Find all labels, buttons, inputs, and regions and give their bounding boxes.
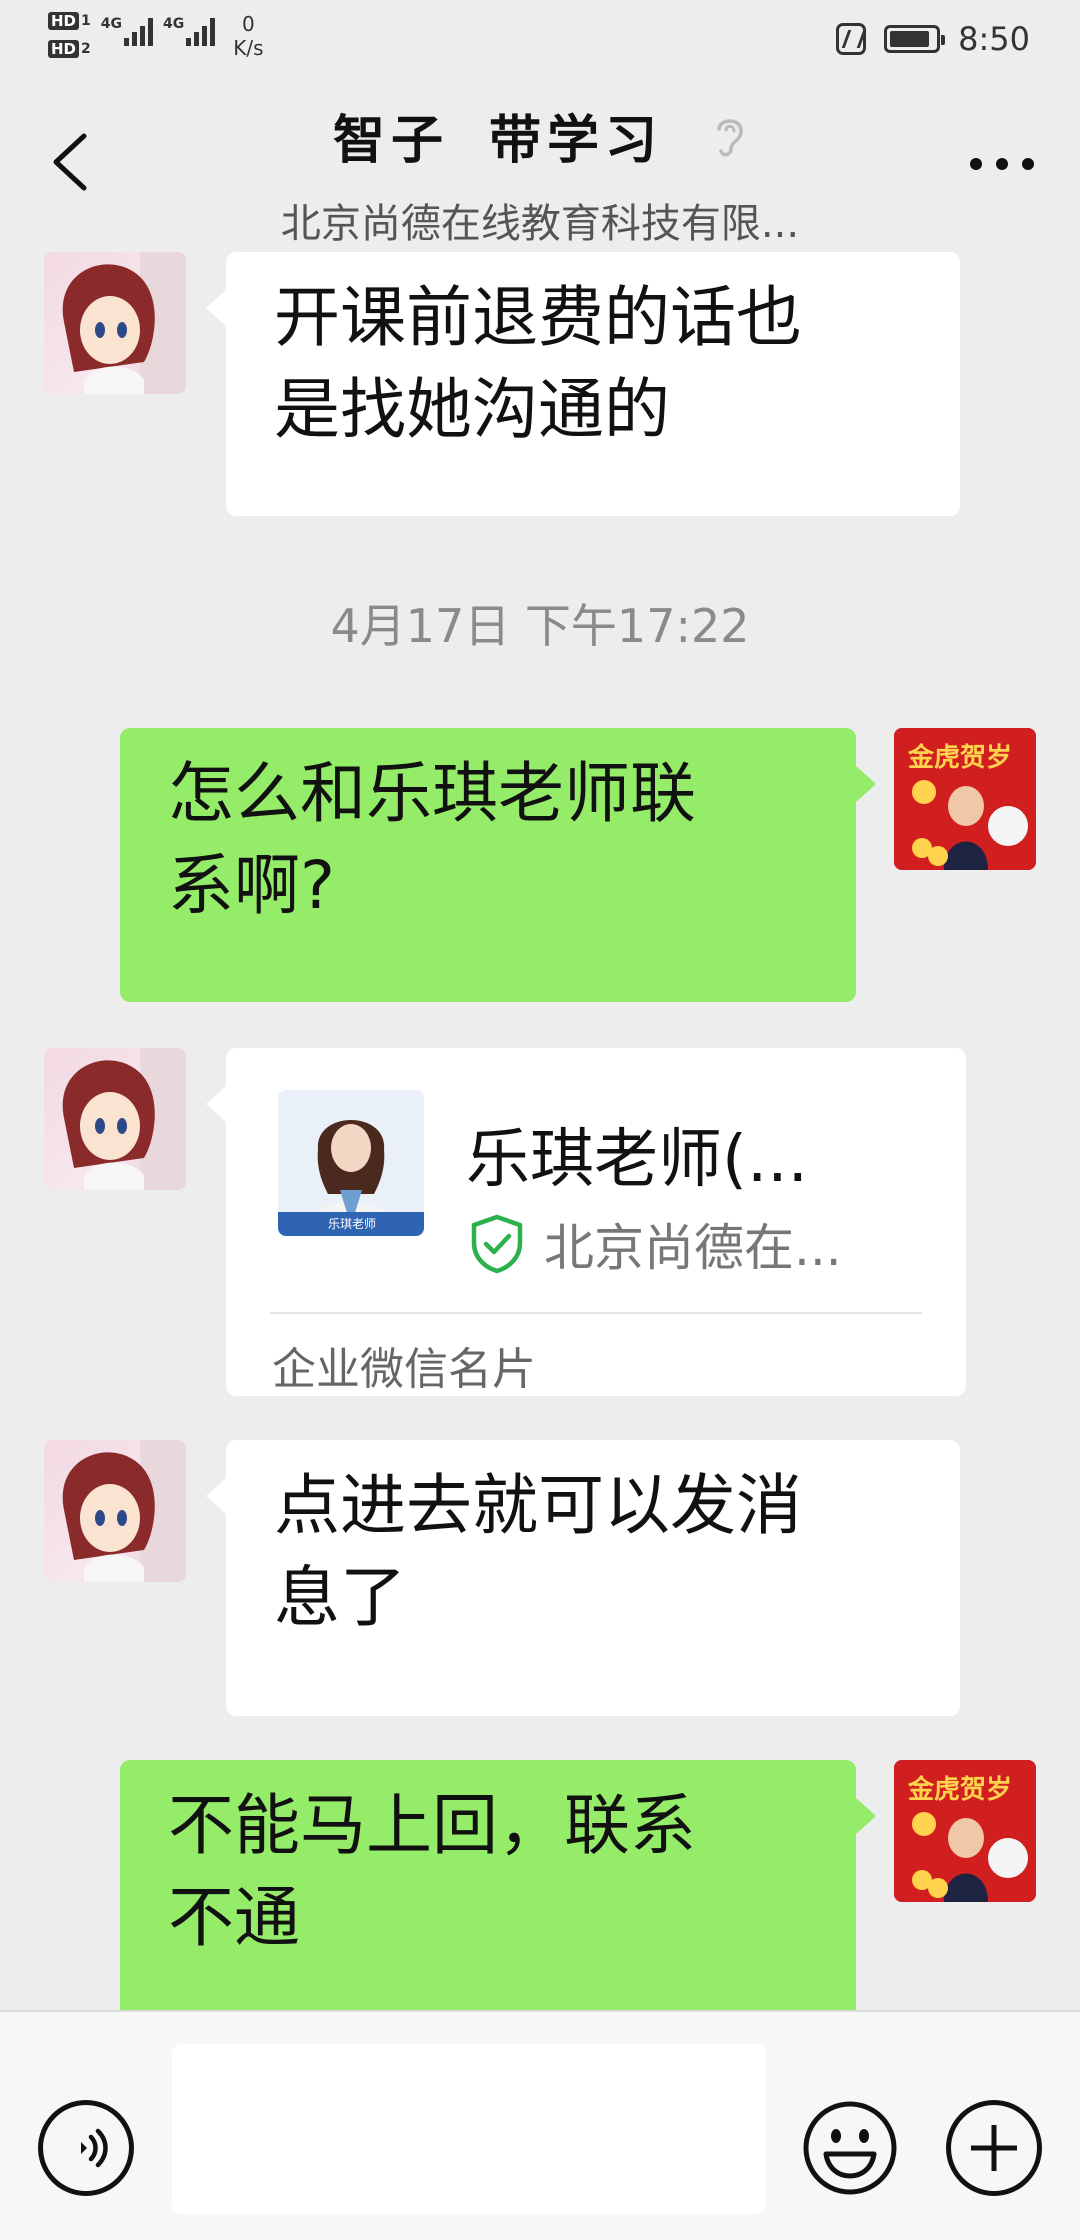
photo-caption: 乐琪老师 — [328, 1217, 376, 1231]
contact-name-suffix: 带学习 — [489, 111, 664, 171]
card-type-label: 企业微信名片 — [272, 1344, 536, 1395]
more-options-icon[interactable] — [962, 152, 1042, 176]
contact-card-company: 北京尚德在... — [466, 1208, 842, 1280]
hd-badge: HD — [48, 40, 80, 58]
message-text: 系啊? — [168, 847, 336, 924]
speed-unit: K/s — [233, 36, 264, 60]
network-type: 4G — [100, 16, 122, 32]
verified-shield-icon — [471, 1214, 523, 1274]
nfc-icon — [836, 23, 867, 55]
message-input-bar — [0, 2010, 1080, 2240]
message-text: 不能马上回，联系 — [168, 1787, 696, 1864]
clock: 8:50 — [958, 20, 1030, 58]
status-left: HD 1 HD 2 4G 4G 0 K/s — [48, 12, 264, 60]
sim-number: 1 — [81, 13, 91, 29]
chat-message-list[interactable]: 开课前退费的话也 是找她沟通的 4月17日 下午17:22 怎么和乐琪老师联 系… — [0, 250, 1080, 2010]
speed-value: 0 — [242, 12, 255, 36]
chat-header: 智子 带学习 北京尚德在线教育科技有限... — [0, 80, 1080, 250]
chat-title-block: 智子 带学习 北京尚德在线教育科技有限... — [0, 98, 1080, 249]
message-text: 点进去就可以发消 — [274, 1467, 802, 1544]
message-bubble-outgoing[interactable]: 不能马上回，联系 不通 — [120, 1760, 876, 2010]
battery-icon — [884, 25, 946, 53]
message-bubble-incoming[interactable]: 开课前退费的话也 是找她沟通的 — [206, 252, 960, 516]
status-bar: HD 1 HD 2 4G 4G 0 K/s 8:50 — [0, 0, 1080, 80]
message-text: 怎么和乐琪老师联 — [168, 755, 696, 832]
earpiece-mode-icon — [717, 118, 743, 156]
company-name: 北京尚德在... — [544, 1219, 842, 1277]
network-speed: 0 K/s — [233, 12, 263, 60]
message-text: 不通 — [168, 1879, 300, 1956]
emoji-button-icon[interactable] — [802, 2100, 898, 2196]
voice-input-button[interactable] — [38, 2100, 134, 2196]
message-bubble-incoming[interactable]: 点进去就可以发消 息了 — [206, 1440, 960, 1716]
contact-avatar[interactable] — [44, 1048, 186, 1190]
contact-card-name: 乐琪老师(... — [466, 1123, 808, 1197]
contact-avatar[interactable] — [44, 252, 186, 394]
message-text: 息了 — [274, 1559, 406, 1636]
network-type: 4G — [163, 16, 185, 32]
contact-name: 智子 — [332, 111, 449, 171]
sim1-indicator: HD 1 — [48, 12, 91, 30]
message-text: 是找她沟通的 — [274, 371, 670, 448]
sim2-indicator: HD 2 — [48, 40, 91, 58]
status-right: 8:50 — [836, 20, 1030, 58]
avatar-caption: 金虎贺岁 — [907, 742, 1012, 773]
contact-card-photo: 乐琪老师 — [278, 1090, 424, 1236]
more-functions-plus-button[interactable] — [946, 2100, 1042, 2196]
message-text-input[interactable] — [172, 2044, 766, 2214]
signal-1: 4G — [101, 16, 153, 46]
signal-bars-icon — [124, 16, 153, 46]
contact-card-message[interactable]: 乐琪老师 乐琪老师(... 北京尚德在... 企业微信名片 — [206, 1048, 966, 1396]
sim-number: 2 — [81, 41, 91, 57]
signal-bars-icon — [186, 16, 216, 46]
voice-icon — [81, 2128, 108, 2168]
company-subtitle: 北京尚德在线教育科技有限... — [280, 201, 800, 247]
avatar-caption: 金虎贺岁 — [907, 1774, 1012, 1805]
self-avatar[interactable]: 金虎贺岁 — [894, 1760, 1036, 1902]
self-avatar[interactable]: 金虎贺岁 — [894, 728, 1036, 870]
signal-2: 4G — [163, 16, 216, 46]
card-divider — [270, 1312, 922, 1314]
message-timestamp: 4月17日 下午17:22 — [330, 599, 750, 653]
contact-avatar[interactable] — [44, 1440, 186, 1582]
message-text: 开课前退费的话也 — [274, 279, 802, 356]
chat-title: 智子 带学习 — [0, 98, 1080, 173]
hd-badge: HD — [48, 12, 80, 30]
message-bubble-outgoing[interactable]: 怎么和乐琪老师联 系啊? — [120, 728, 876, 1002]
